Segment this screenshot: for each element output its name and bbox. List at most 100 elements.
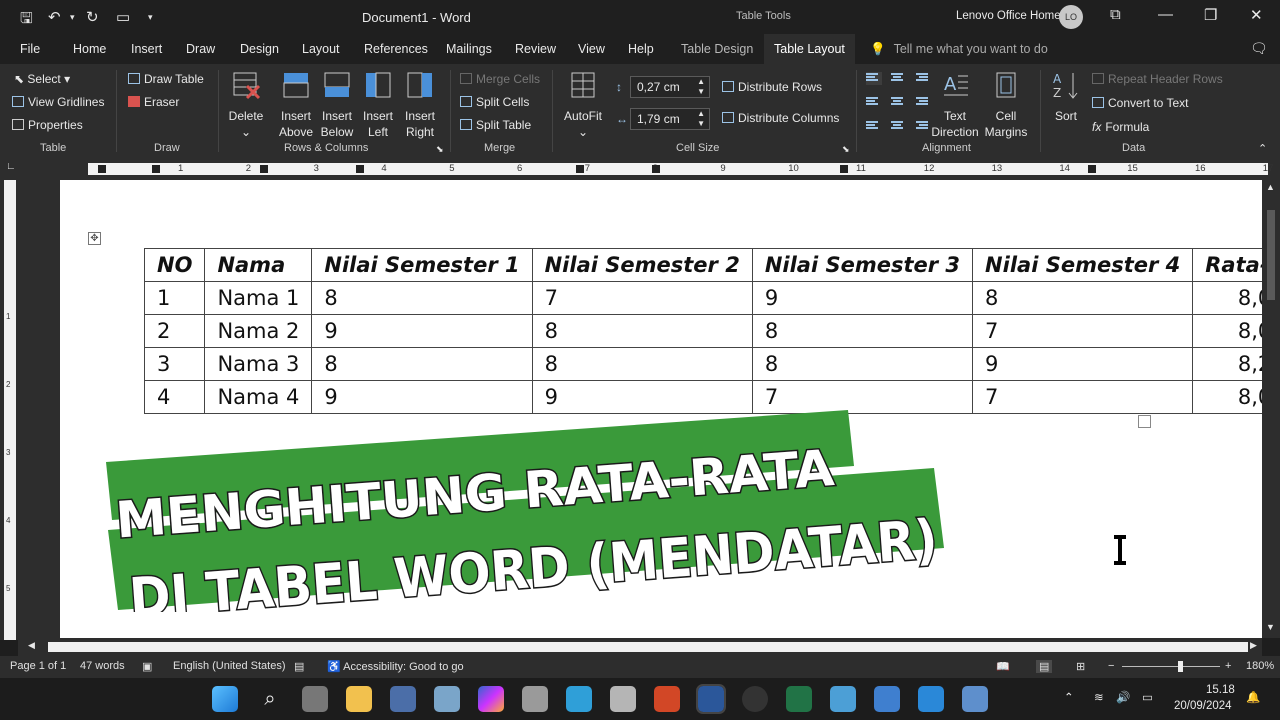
zoom-slider-thumb[interactable]	[1178, 661, 1183, 672]
column-width-field[interactable]: 1,79 cm ▲ ▼	[630, 108, 710, 130]
ruler-column-marker[interactable]	[98, 165, 106, 173]
clipboard-icon[interactable]: ▭	[116, 8, 130, 26]
insert-above-button[interactable]: Insert Above	[276, 70, 316, 140]
ruler-column-marker[interactable]	[1088, 165, 1096, 173]
vertical-scroll-thumb[interactable]	[1267, 210, 1275, 300]
sort-button[interactable]: AZ Sort	[1048, 70, 1084, 124]
table-cell[interactable]: 9	[311, 314, 533, 348]
align-top-left-icon[interactable]	[866, 72, 882, 85]
tab-layout[interactable]: Layout	[302, 42, 340, 56]
tab-review[interactable]: Review	[515, 42, 556, 56]
cell-margins-button[interactable]: Cell Margins	[982, 70, 1030, 140]
tab-references[interactable]: References	[364, 42, 428, 56]
scroll-right-icon[interactable]: ▶	[1250, 640, 1257, 651]
tab-design[interactable]: Design	[240, 42, 279, 56]
search-icon[interactable]: ⌕	[257, 686, 283, 712]
tray-chevron-icon[interactable]: ⌃	[1064, 690, 1074, 704]
align-bottom-left-icon[interactable]	[866, 120, 882, 133]
repeat-header-rows-button[interactable]: Repeat Header Rows	[1092, 72, 1223, 86]
table-header-cell[interactable]: Nilai Semester 3	[751, 248, 974, 282]
horizontal-ruler[interactable]: ∟ 1234567891011121314151617	[0, 158, 1280, 180]
maps-icon[interactable]	[918, 686, 944, 712]
align-top-center-icon[interactable]	[889, 72, 905, 85]
ruler-column-marker[interactable]	[356, 165, 364, 173]
table-cell[interactable]: Nama 3	[204, 347, 313, 381]
horizontal-scrollbar[interactable]: ◀ ▶	[18, 638, 1262, 656]
table-cell[interactable]: 9	[751, 281, 974, 315]
text-predictions-icon[interactable]: ▤	[294, 660, 304, 673]
zoom-slider[interactable]	[1122, 666, 1220, 667]
table-cell[interactable]: 7	[972, 380, 1194, 414]
select-button[interactable]: ⬉ Select ▾	[14, 72, 70, 86]
distribute-columns-button[interactable]: Distribute Columns	[722, 111, 839, 125]
redo-icon[interactable]: ↻	[86, 8, 99, 26]
spinner-icon[interactable]: ▲ ▼	[697, 109, 705, 129]
insert-right-button[interactable]: Insert Right	[400, 70, 440, 140]
merge-cells-button[interactable]: Merge Cells	[460, 72, 540, 86]
table-cell[interactable]: 8	[531, 347, 753, 381]
printer-icon[interactable]	[610, 686, 636, 712]
collapse-ribbon-icon[interactable]: ⌃	[1258, 142, 1267, 155]
table-cell[interactable]: 8	[751, 314, 974, 348]
vertical-scrollbar[interactable]: ▲ ▼	[1262, 180, 1280, 638]
cell-size-launcher-icon[interactable]: ⬊	[842, 144, 850, 155]
tab-table-design[interactable]: Table Design	[681, 42, 753, 56]
maximize-icon[interactable]: ❐	[1204, 6, 1217, 24]
split-table-button[interactable]: Split Table	[460, 118, 531, 132]
properties-button[interactable]: Properties	[12, 118, 83, 132]
text-direction-button[interactable]: A Text Direction	[930, 70, 980, 140]
table-header-cell[interactable]: Nilai Semester 4	[972, 248, 1194, 282]
tab-view[interactable]: View	[578, 42, 605, 56]
wifi-icon[interactable]: ≋	[1094, 690, 1104, 704]
close-icon[interactable]: ✕	[1250, 6, 1263, 24]
insert-left-button[interactable]: Insert Left	[358, 70, 398, 140]
volume-icon[interactable]: 🔊	[1116, 690, 1130, 704]
account-name[interactable]: Lenovo Office Home	[956, 10, 1061, 22]
photos-icon[interactable]	[434, 686, 460, 712]
tab-draw[interactable]: Draw	[186, 42, 215, 56]
calculator-icon[interactable]	[522, 686, 548, 712]
save-icon[interactable]: 🖫	[20, 8, 33, 33]
split-cells-button[interactable]: Split Cells	[460, 95, 529, 109]
minimize-icon[interactable]: —	[1158, 6, 1173, 23]
undo-dropdown-icon[interactable]: ▾	[70, 12, 75, 23]
scroll-left-icon[interactable]: ◀	[28, 640, 35, 651]
tab-table-layout[interactable]: Table Layout	[764, 34, 855, 64]
zoom-level[interactable]: 180%	[1246, 660, 1274, 672]
settings-icon[interactable]	[390, 686, 416, 712]
task-view-icon[interactable]	[302, 686, 328, 712]
align-bottom-center-icon[interactable]	[889, 120, 905, 133]
clock-date[interactable]: 20/09/2024	[1174, 700, 1232, 712]
ruler-column-marker[interactable]	[152, 165, 160, 173]
ruler-column-marker[interactable]	[260, 165, 268, 173]
print-layout-icon[interactable]: ▤	[1036, 660, 1053, 673]
word-count[interactable]: 47 words	[80, 660, 125, 672]
word-icon[interactable]	[696, 684, 726, 714]
accessibility-status[interactable]: ♿ Accessibility: Good to go	[327, 660, 464, 673]
excel-icon[interactable]	[786, 686, 812, 712]
row-height-field[interactable]: 0,27 cm ▲ ▼	[630, 76, 710, 98]
tab-home[interactable]: Home	[73, 42, 106, 56]
notifications-icon[interactable]: 🔔	[1246, 690, 1260, 704]
autofit-button[interactable]: AutoFit ⌄	[560, 70, 606, 140]
table-resize-handle[interactable]	[1138, 415, 1151, 428]
undo-icon[interactable]: ↶	[48, 8, 61, 26]
network-app-icon[interactable]	[962, 686, 988, 712]
align-center-right-icon[interactable]	[912, 96, 928, 109]
scroll-down-icon[interactable]: ▼	[1266, 622, 1275, 632]
zoom-out-icon[interactable]: −	[1108, 660, 1114, 672]
edge-icon[interactable]	[566, 686, 592, 712]
table-cell[interactable]: 8	[751, 347, 974, 381]
table-cell[interactable]: 8	[311, 347, 533, 381]
table-header-cell[interactable]: Nama	[204, 248, 313, 282]
table-header-cell[interactable]: Nilai Semester 2	[531, 248, 753, 282]
tab-file[interactable]: File	[20, 42, 40, 56]
ruler-column-marker[interactable]	[576, 165, 584, 173]
table-header-cell[interactable]: NO	[143, 248, 206, 282]
ruler-column-marker[interactable]	[840, 165, 848, 173]
formula-button[interactable]: fx Formula	[1092, 120, 1149, 134]
avatar[interactable]: LO	[1059, 5, 1083, 29]
delete-button[interactable]: Delete ⌄	[226, 70, 266, 140]
table-cell[interactable]: 7	[531, 281, 753, 315]
table-cell[interactable]: 3	[143, 347, 206, 381]
